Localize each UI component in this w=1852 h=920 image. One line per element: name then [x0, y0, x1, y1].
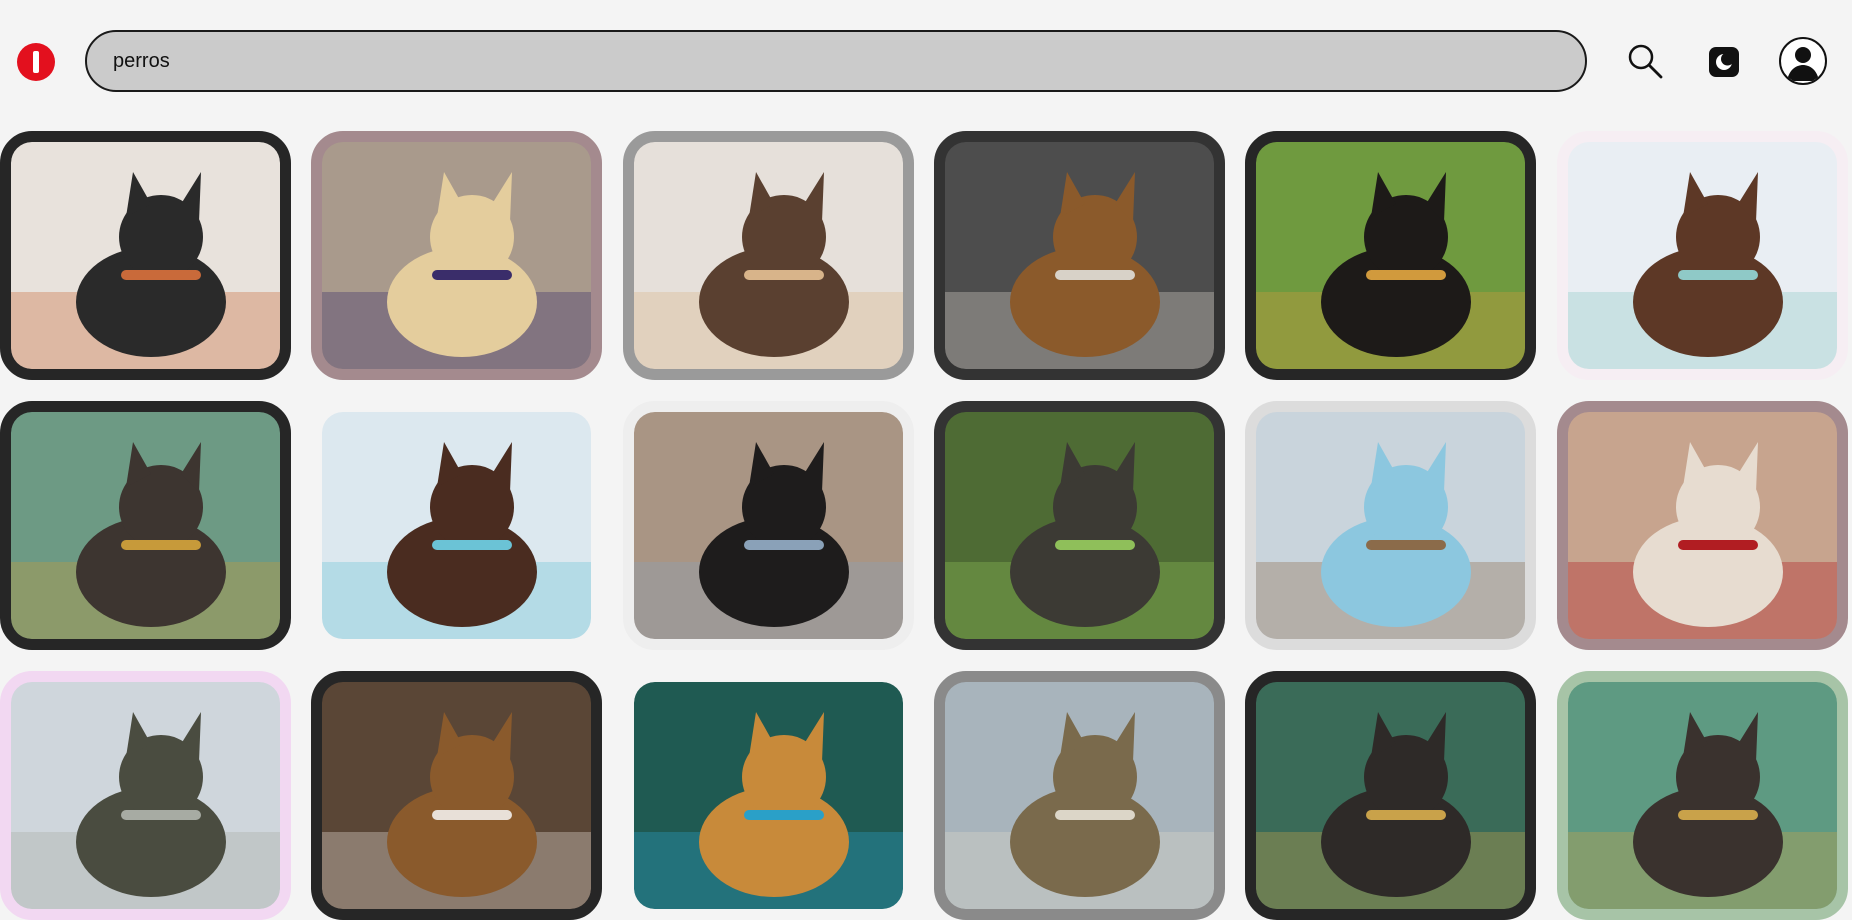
pin-card[interactable] [623, 131, 914, 380]
pinterest-logo-icon[interactable] [17, 43, 55, 81]
pin-image [1256, 142, 1525, 369]
pitbull-beach-bandana-photo [1568, 412, 1837, 639]
mountain-lake-photo [11, 682, 280, 909]
pin-card[interactable] [1557, 131, 1848, 380]
pin-image [634, 412, 903, 639]
pin-image [945, 412, 1214, 639]
black-dog-road-photo [634, 412, 903, 639]
blue-building-street-photo [1256, 412, 1525, 639]
pin-card[interactable] [1245, 401, 1536, 650]
pin-image [322, 682, 591, 909]
logo-mark [33, 51, 39, 73]
pin-image [945, 682, 1214, 909]
dachshund-green-chair-photo [634, 682, 903, 909]
dogs-at-fence-photo [1256, 142, 1525, 369]
pin-card[interactable] [1245, 671, 1536, 920]
pin-card[interactable] [623, 401, 914, 650]
pin-image [11, 142, 280, 369]
dark-mode-toggle-icon [1709, 47, 1739, 77]
pin-image [322, 412, 591, 639]
pin-card[interactable] [311, 671, 602, 920]
user-avatar-icon [1787, 47, 1819, 81]
dachshund-puppy-bed-photo [322, 412, 591, 639]
shepherd-dog-closeup-photo [322, 682, 591, 909]
pin-grid [0, 131, 1852, 920]
two-small-dogs-photo [634, 142, 903, 369]
pin-image [634, 682, 903, 909]
french-bulldog-sunglasses-photo [11, 412, 280, 639]
pin-card[interactable] [934, 401, 1225, 650]
pin-image [1256, 412, 1525, 639]
pin-image [322, 142, 591, 369]
pin-image [1568, 142, 1837, 369]
dachshund-blanket-photo [1568, 142, 1837, 369]
pin-card[interactable] [0, 131, 291, 380]
pin-card[interactable] [0, 671, 291, 920]
french-bulldog-sunglasses-green-photo [1256, 682, 1525, 909]
pin-image [945, 142, 1214, 369]
pin-card[interactable] [0, 401, 291, 650]
labrador-poncho-photo [322, 142, 591, 369]
pin-card[interactable] [1557, 401, 1848, 650]
pin-card[interactable] [934, 131, 1225, 380]
pin-image [11, 682, 280, 909]
user-profile-button[interactable] [1779, 37, 1827, 85]
boxer-window-photo [945, 142, 1214, 369]
french-bulldog-black-photo [11, 142, 280, 369]
pin-card[interactable] [623, 671, 914, 920]
pin-card[interactable] [934, 671, 1225, 920]
pin-card[interactable] [311, 131, 602, 380]
search-icon [1628, 44, 1663, 79]
pin-card[interactable] [1245, 131, 1536, 380]
search-button[interactable] [1624, 40, 1666, 82]
french-bulldog-sunglasses-couch-photo [1568, 682, 1837, 909]
pin-image [634, 142, 903, 369]
pin-image [1568, 412, 1837, 639]
pin-card[interactable] [311, 401, 602, 650]
pin-image [1256, 682, 1525, 909]
pin-image [11, 412, 280, 639]
person-dog-forest-photo [945, 412, 1214, 639]
pin-card[interactable] [1557, 671, 1848, 920]
pin-image [1568, 682, 1837, 909]
search-bar[interactable] [85, 30, 1587, 92]
theme-toggle-button[interactable] [1708, 46, 1740, 78]
search-input[interactable] [113, 32, 1553, 90]
sheep-field-photo [945, 682, 1214, 909]
top-bar [0, 0, 1852, 124]
